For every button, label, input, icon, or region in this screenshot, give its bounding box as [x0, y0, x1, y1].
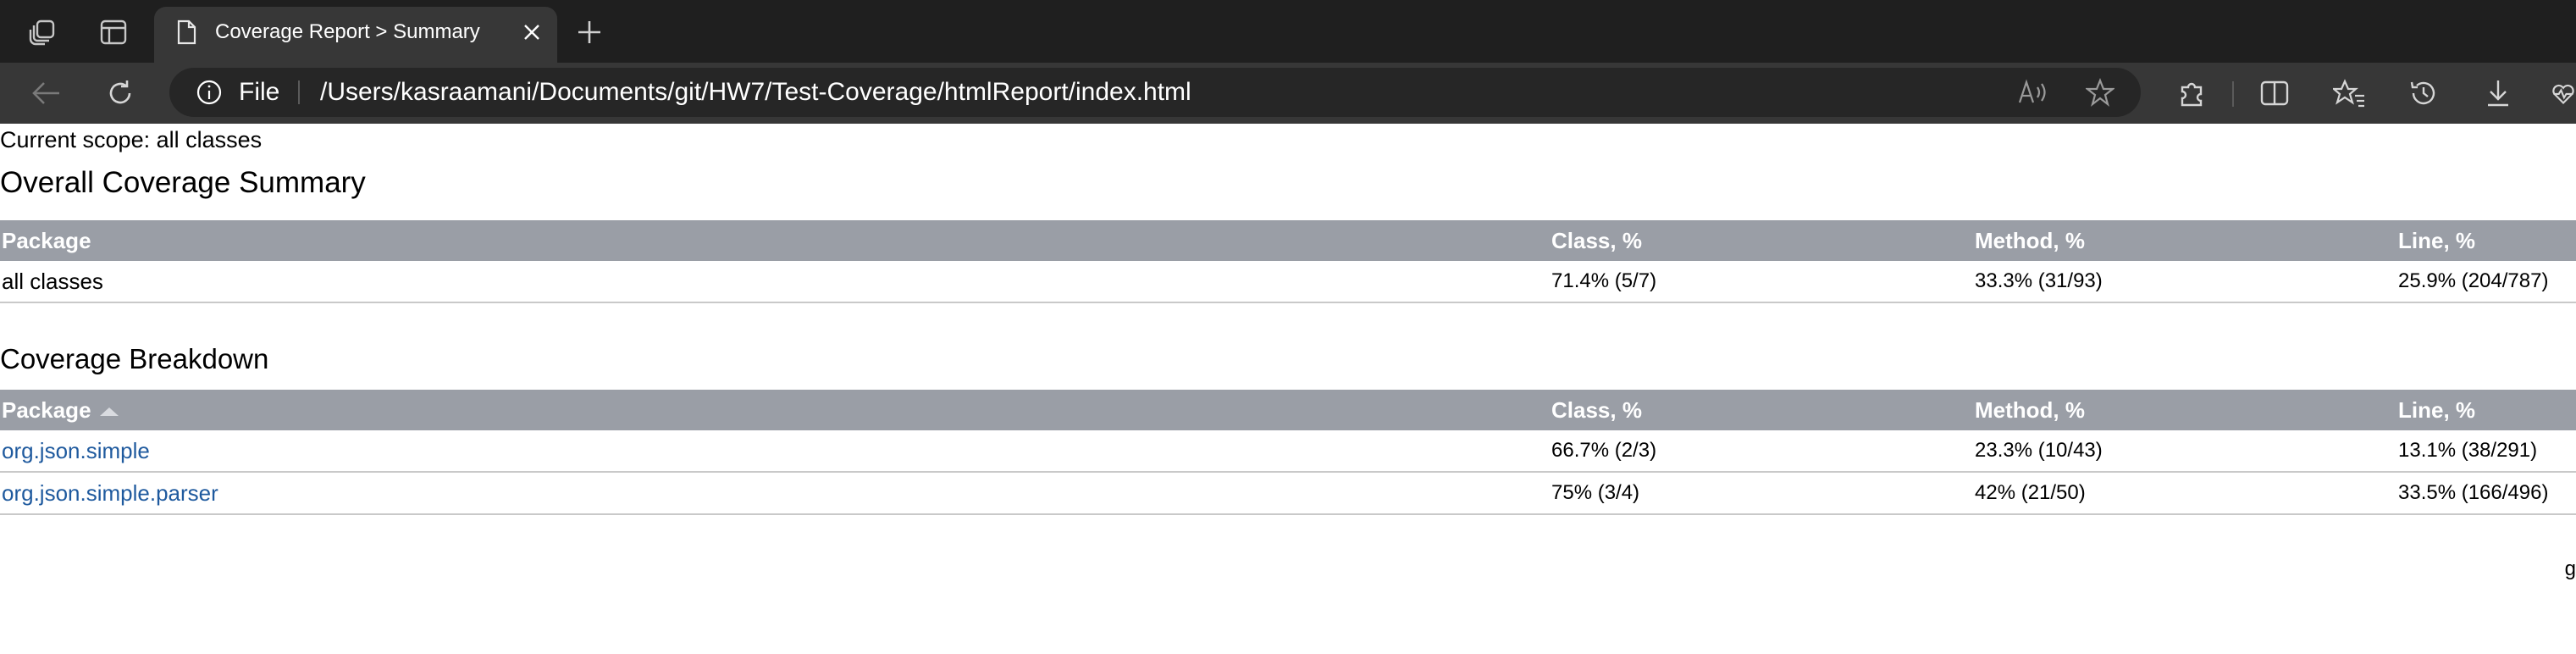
address-bar[interactable]: File /Users/kasraamani/Documents/git/HW7…	[169, 68, 2141, 117]
info-icon[interactable]	[195, 78, 224, 107]
summary-table: Package Class, % Method, % Line, % all c…	[0, 220, 2576, 303]
split-screen-icon[interactable]	[2256, 76, 2293, 110]
package-link[interactable]: org.json.simple	[2, 438, 150, 463]
new-tab-icon[interactable]	[572, 15, 606, 49]
summary-header-class: Class, %	[1550, 220, 1973, 261]
tab-strip: Coverage Report > Summary	[0, 0, 2576, 63]
back-icon[interactable]	[27, 76, 64, 110]
package-name: all classes	[0, 261, 1550, 303]
package-cell: org.json.simple	[0, 430, 1550, 473]
summary-header-method: Method, %	[1973, 220, 2396, 261]
workspaces-icon[interactable]	[25, 17, 59, 47]
method-coverage: 33.3% (31/93)	[1973, 261, 2396, 303]
address-separator	[298, 80, 300, 104]
refresh-icon[interactable]	[102, 76, 139, 110]
footer-text: g	[2564, 557, 2576, 580]
line-coverage: 33.5% (166/496)	[2396, 472, 2576, 515]
page-icon	[174, 19, 198, 46]
breakdown-header-row: Package Class, % Method, % Line, %	[0, 390, 2576, 430]
package-cell: org.json.simple.parser	[0, 472, 1550, 515]
breakdown-header-line[interactable]: Line, %	[2396, 390, 2576, 430]
tab-title: Coverage Report > Summary	[215, 20, 480, 43]
close-icon[interactable]	[518, 19, 545, 46]
table-row: org.json.simple 66.7% (2/3) 23.3% (10/43…	[0, 430, 2576, 473]
table-row: all classes 71.4% (5/7) 33.3% (31/93) 25…	[0, 261, 2576, 303]
breakdown-header-package[interactable]: Package	[0, 390, 1550, 430]
read-aloud-icon[interactable]	[2015, 76, 2049, 108]
breakdown-header-package-label: Package	[2, 396, 91, 423]
history-icon[interactable]	[2405, 76, 2442, 110]
method-coverage: 42% (21/50)	[1973, 472, 2396, 515]
tab-actions-icon[interactable]	[97, 17, 130, 47]
address-url[interactable]: /Users/kasraamani/Documents/git/HW7/Test…	[320, 68, 1191, 117]
summary-title: Overall Coverage Summary	[0, 166, 366, 199]
package-link[interactable]: org.json.simple.parser	[2, 480, 218, 506]
active-tab[interactable]: Coverage Report > Summary	[154, 7, 557, 63]
navigation-toolbar: File /Users/kasraamani/Documents/git/HW7…	[0, 63, 2576, 124]
breakdown-table: Package Class, % Method, % Line, % org.j…	[0, 390, 2576, 515]
sort-ascending-icon[interactable]	[99, 407, 119, 416]
line-coverage: 13.1% (38/291)	[2396, 430, 2576, 473]
current-scope-text: Current scope: all classes	[0, 127, 263, 152]
class-coverage: 66.7% (2/3)	[1550, 430, 1973, 473]
method-coverage: 23.3% (10/43)	[1973, 430, 2396, 473]
report-content: Current scope: all classes Overall Cover…	[0, 124, 2576, 654]
favorites-icon[interactable]	[2330, 76, 2368, 110]
breakdown-header-method[interactable]: Method, %	[1973, 390, 2396, 430]
summary-header-row: Package Class, % Method, % Line, %	[0, 220, 2576, 261]
favorite-star-icon[interactable]	[2083, 76, 2117, 108]
toolbar-separator	[2232, 81, 2234, 107]
line-coverage: 25.9% (204/787)	[2396, 261, 2576, 303]
summary-header-package: Package	[0, 220, 1550, 261]
class-coverage: 71.4% (5/7)	[1550, 261, 1973, 303]
breakdown-header-class[interactable]: Class, %	[1550, 390, 1973, 430]
address-scheme-label: File	[239, 78, 280, 106]
heartbeat-icon[interactable]	[2551, 76, 2576, 110]
breakdown-title: Coverage Breakdown	[0, 343, 269, 374]
download-icon[interactable]	[2479, 76, 2517, 110]
class-coverage: 75% (3/4)	[1550, 472, 1973, 515]
table-row: org.json.simple.parser 75% (3/4) 42% (21…	[0, 472, 2576, 515]
summary-header-line: Line, %	[2396, 220, 2576, 261]
extensions-icon[interactable]	[2173, 76, 2210, 110]
